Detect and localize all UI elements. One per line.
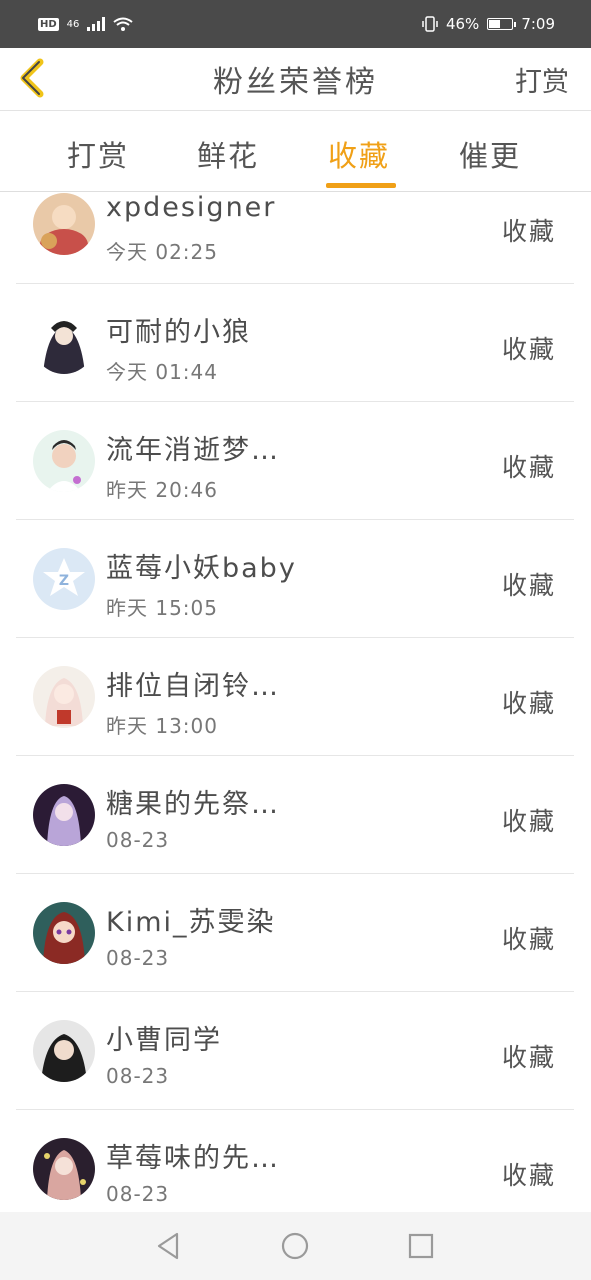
list-item[interactable]: 糖果的先祭… 08-23 收藏: [16, 756, 574, 874]
avatar: [33, 312, 95, 374]
active-tab-indicator: [326, 183, 396, 188]
action-label: 收藏: [501, 453, 556, 482]
list-item[interactable]: xpdesigner 今天 02:25 收藏: [16, 192, 574, 284]
timestamp: 08-23: [106, 1182, 170, 1206]
avatar: [33, 1020, 95, 1082]
avatar: [33, 902, 95, 964]
action-label: 收藏: [501, 1043, 556, 1072]
action-label: 收藏: [501, 1161, 556, 1190]
page-title: 粉丝荣誉榜: [213, 65, 378, 100]
timestamp: 今天 02:25: [106, 240, 218, 264]
list-item[interactable]: 可耐的小狼 今天 01:44 收藏: [16, 284, 574, 402]
action-label: 收藏: [501, 689, 556, 718]
user-name: 排位自闭铃…: [106, 671, 280, 702]
action-label: 收藏: [501, 807, 556, 836]
timestamp: 昨天 15:05: [106, 596, 218, 620]
tab-flowers[interactable]: 鲜花: [197, 133, 259, 175]
action-label: 收藏: [501, 571, 556, 600]
user-name: Kimi_苏雯染: [106, 907, 276, 938]
network-type: 46: [66, 18, 80, 30]
timestamp: 08-23: [106, 946, 170, 970]
timestamp: 昨天 20:46: [106, 478, 218, 502]
timestamp: 08-23: [106, 1064, 170, 1088]
tab-tip[interactable]: 打赏: [67, 133, 129, 175]
chevron-left-icon[interactable]: [18, 58, 46, 98]
clock: 7:09: [521, 15, 555, 33]
back-triangle-icon[interactable]: [153, 1230, 185, 1262]
user-name: 流年消逝梦…: [106, 435, 280, 466]
avatar: [33, 784, 95, 846]
list-item[interactable]: Kimi_苏雯染 08-23 收藏: [16, 874, 574, 992]
tip-button[interactable]: 打赏: [515, 60, 569, 99]
system-nav-bar: [0, 1212, 591, 1280]
list-item[interactable]: 草莓味的先… 08-23 收藏: [16, 1110, 574, 1212]
user-name: 草莓味的先…: [106, 1143, 280, 1174]
list-item[interactable]: 小曹同学 08-23 收藏: [16, 992, 574, 1110]
timestamp: 昨天 13:00: [106, 714, 218, 738]
list-item[interactable]: 排位自闭铃… 昨天 13:00 收藏: [16, 638, 574, 756]
vibrate-icon: [422, 16, 438, 32]
home-circle-icon[interactable]: [279, 1230, 311, 1262]
avatar: [33, 193, 95, 255]
avatar: [33, 430, 95, 492]
svg-text:Z: Z: [59, 573, 69, 589]
action-label: 收藏: [501, 217, 556, 246]
recents-square-icon[interactable]: [405, 1230, 437, 1262]
user-name: 可耐的小狼: [106, 317, 251, 348]
status-bar: HD 46 46% 7:09: [0, 0, 591, 48]
hd-icon: HD: [38, 17, 59, 31]
signal-icon: [87, 17, 106, 31]
fan-list: xpdesigner 今天 02:25 收藏 可耐的小狼 今天 01:44 收藏…: [0, 192, 591, 1212]
tab-bar: 打赏 鲜花 收藏 催更: [0, 111, 591, 192]
battery-percent: 46%: [445, 15, 480, 33]
list-item[interactable]: Z 蓝莓小妖baby 昨天 15:05 收藏: [16, 520, 574, 638]
app-header: 粉丝荣誉榜 打赏: [0, 48, 591, 111]
wifi-icon: [113, 17, 134, 31]
action-label: 收藏: [501, 925, 556, 954]
user-name: 小曹同学: [106, 1025, 222, 1056]
list-item[interactable]: 流年消逝梦… 昨天 20:46 收藏: [16, 402, 574, 520]
tab-favorites[interactable]: 收藏: [328, 133, 390, 175]
tab-urge[interactable]: 催更: [459, 133, 521, 175]
user-name: 糖果的先祭…: [106, 789, 280, 820]
timestamp: 今天 01:44: [106, 360, 218, 384]
avatar: [33, 1138, 95, 1200]
action-label: 收藏: [501, 335, 556, 364]
user-name: xpdesigner: [106, 192, 277, 223]
avatar: [33, 666, 95, 728]
timestamp: 08-23: [106, 828, 170, 852]
user-name: 蓝莓小妖baby: [106, 553, 297, 584]
battery-icon: [487, 18, 517, 30]
avatar: Z: [33, 548, 95, 610]
